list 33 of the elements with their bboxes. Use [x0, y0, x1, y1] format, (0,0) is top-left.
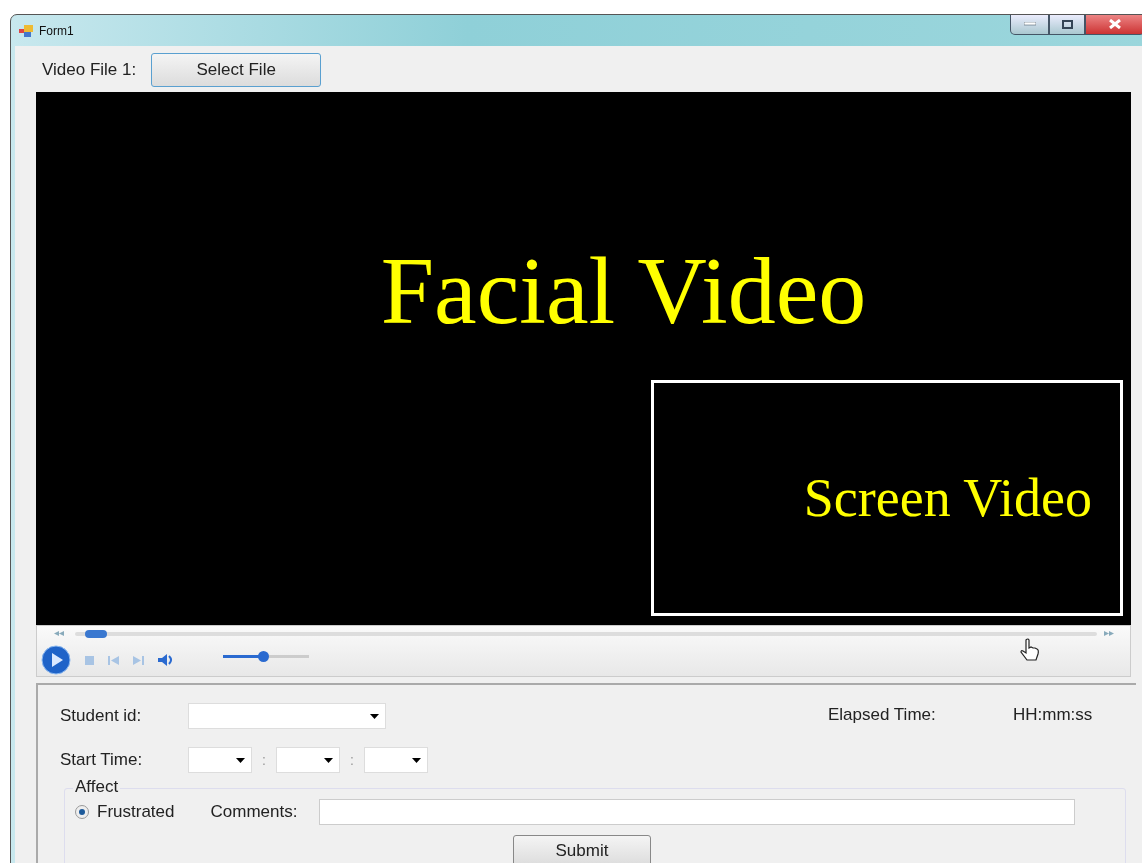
dropdown-caret-icon [411, 757, 421, 763]
elapsed-time-value: HH:mm:ss [1013, 705, 1093, 725]
close-icon [1109, 19, 1121, 29]
comments-field[interactable] [319, 799, 1076, 825]
comments-label: Comments: [210, 802, 298, 822]
start-time-label: Start Time: [60, 750, 144, 770]
minimize-icon [1023, 22, 1036, 26]
dropdown-caret-icon [370, 713, 379, 719]
fast-forward-icon [1104, 631, 1114, 636]
radio-button[interactable] [75, 805, 89, 819]
maximize-icon [1061, 19, 1073, 29]
video-file-label: Video File 1: [42, 60, 137, 80]
dropdown-caret-icon [323, 757, 333, 763]
rewind-icon [54, 631, 64, 636]
radio-label[interactable]: Frustrated [97, 802, 175, 822]
seek-thumb[interactable] [85, 630, 108, 638]
play-button[interactable] [41, 645, 71, 675]
app-icon [19, 24, 33, 37]
volume-thumb[interactable] [258, 651, 270, 662]
video-caption: Facial Video [380, 236, 867, 346]
close-button[interactable] [1085, 15, 1142, 35]
dropdown-caret-icon [236, 757, 245, 763]
maximize-button[interactable] [1049, 15, 1085, 35]
time-separator: : [349, 752, 354, 768]
inset-video-caption: Screen Video [803, 467, 1092, 529]
select-file-button[interactable]: Select File [151, 53, 322, 87]
student-id-label: Student id: [60, 706, 143, 726]
elapsed-time-label: Elapsed Time: [828, 705, 937, 725]
minimize-button[interactable] [1010, 15, 1049, 35]
window-title: Form1 [39, 23, 74, 38]
hand-cursor-icon [1019, 638, 1041, 662]
time-separator: : [262, 752, 266, 768]
submit-button[interactable]: Submit [513, 835, 651, 863]
